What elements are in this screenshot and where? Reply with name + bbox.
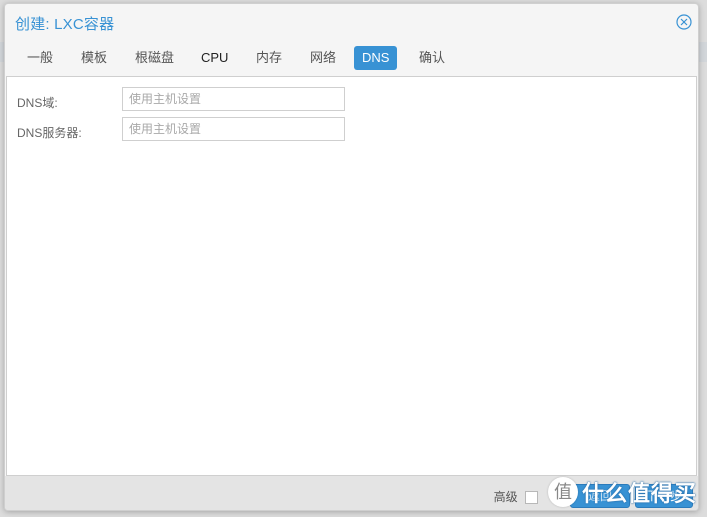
tab-dns[interactable]: DNS bbox=[354, 46, 398, 70]
close-button[interactable] bbox=[676, 14, 692, 30]
next-button[interactable]: 下一步 bbox=[635, 484, 693, 508]
dns-panel: DNS域: DNS服务器: bbox=[6, 76, 697, 476]
dialog-titlebar: 创建: LXC容器 bbox=[5, 4, 698, 40]
tab-cpu[interactable]: CPU bbox=[193, 46, 236, 70]
tab-general[interactable]: 一般 bbox=[19, 46, 61, 70]
create-lxc-dialog: 创建: LXC容器 一般 模板 根磁盘 CPU 内存 网络 DNS 确认 DNS… bbox=[4, 3, 699, 511]
advanced-toggle[interactable]: 高级 bbox=[494, 488, 538, 505]
dns-domain-label: DNS域: bbox=[17, 96, 58, 110]
wizard-tabs: 一般 模板 根磁盘 CPU 内存 网络 DNS 确认 bbox=[5, 44, 698, 72]
back-button[interactable]: 返回 bbox=[570, 484, 630, 508]
dialog-footer: 高级 返回 下一步 bbox=[5, 476, 698, 510]
tab-memory[interactable]: 内存 bbox=[248, 46, 290, 70]
advanced-checkbox[interactable] bbox=[525, 491, 538, 505]
tab-confirm[interactable]: 确认 bbox=[411, 46, 453, 70]
advanced-label: 高级 bbox=[493, 490, 518, 504]
close-circle-icon bbox=[676, 14, 692, 30]
tab-network[interactable]: 网络 bbox=[302, 46, 344, 70]
dialog-title: 创建: LXC容器 bbox=[15, 16, 115, 33]
dns-servers-label: DNS服务器: bbox=[17, 126, 82, 140]
tab-root-disk[interactable]: 根磁盘 bbox=[127, 46, 182, 70]
tab-template[interactable]: 模板 bbox=[73, 46, 115, 70]
dns-servers-input[interactable] bbox=[122, 117, 345, 141]
dns-domain-input[interactable] bbox=[122, 87, 345, 111]
